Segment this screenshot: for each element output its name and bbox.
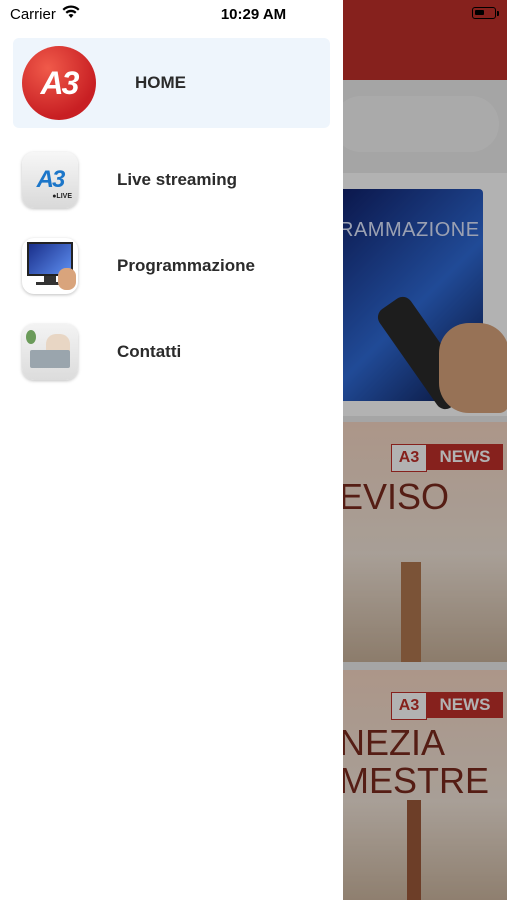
drawer-item-label: Contatti [117, 342, 182, 361]
drawer-item-contatti[interactable]: Contatti [13, 322, 330, 382]
a3-logo-icon: A3 [22, 46, 96, 120]
battery-tip [497, 11, 499, 16]
battery-icon [472, 7, 496, 19]
side-drawer: A3 HOME A3 ●LIVE Live streaming Programm… [0, 0, 343, 900]
drawer-item-label: HOME [135, 73, 186, 92]
drawer-item-label: Live streaming [117, 170, 237, 189]
drawer-item-label: Programmazione [117, 256, 255, 275]
drawer-item-home[interactable]: A3 HOME [13, 38, 330, 128]
contact-icon [22, 324, 78, 380]
live-streaming-icon: A3 ●LIVE [22, 152, 78, 208]
tv-schedule-icon [22, 238, 78, 294]
drawer-item-live-streaming[interactable]: A3 ●LIVE Live streaming [13, 150, 330, 210]
drawer-dim-overlay[interactable] [343, 0, 507, 900]
drawer-item-programmazione[interactable]: Programmazione [13, 236, 330, 296]
status-time: 10:29 AM [220, 6, 287, 23]
status-bar: Carrier 10:29 AM [0, 0, 507, 30]
